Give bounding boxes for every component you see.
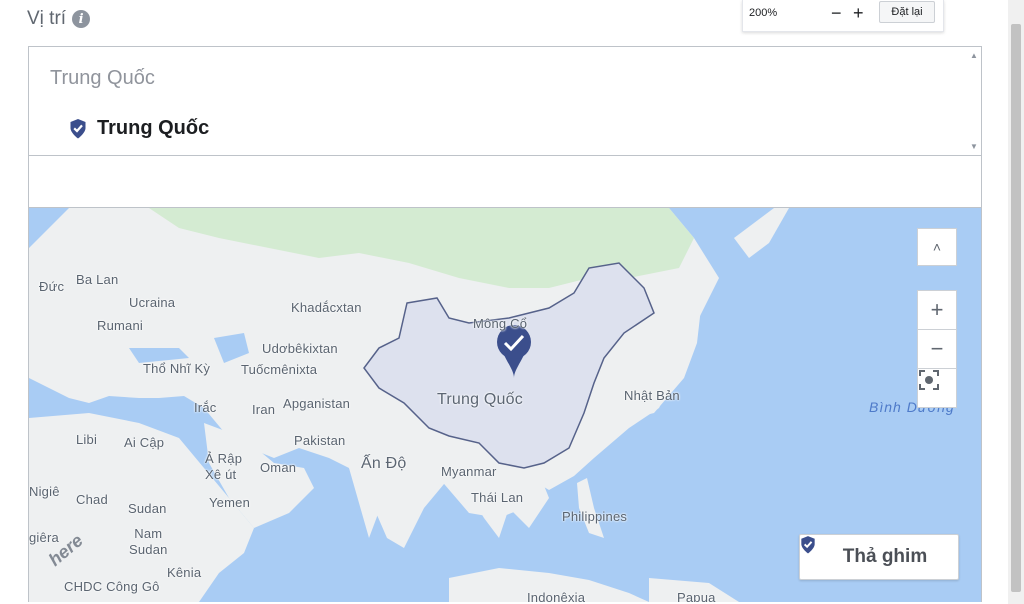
map-label: Yemen — [209, 495, 250, 510]
zoom-level: 200% — [749, 7, 778, 19]
map-label: CHDC Công Gô — [64, 579, 160, 594]
map-label: Myanmar — [441, 464, 497, 479]
map-label: Apganistan — [283, 396, 351, 411]
map-label: Mông Cổ — [473, 316, 528, 331]
map-label: Ucraina — [129, 295, 176, 310]
map-label: Ấn Độ — [361, 455, 407, 472]
map-label: Nigiê — [29, 484, 60, 499]
selected-locations-box: Trung Quốc Trung Quốc ▲ ▼ — [28, 46, 982, 156]
zoom-reset-button[interactable]: Đặt lại — [879, 1, 935, 23]
map-label: Tuốcmênixta — [241, 362, 318, 377]
scroll-up-arrow[interactable]: ▲ — [970, 51, 978, 60]
map-fullscreen-button[interactable] — [917, 368, 957, 408]
selected-location-item[interactable]: Trung Quốc — [69, 117, 209, 140]
page-scrollbar[interactable] — [1008, 0, 1024, 604]
map-label: Irắc — [194, 400, 217, 415]
map-label: giêra — [29, 530, 59, 545]
selected-location-label: Trung Quốc — [97, 117, 210, 139]
map-label: Pakistan — [294, 433, 346, 448]
page-scrollbar-thumb[interactable] — [1011, 24, 1021, 592]
location-search-input[interactable] — [28, 156, 982, 208]
map-label: Sudan — [128, 501, 167, 516]
zoom-out-button[interactable]: − — [831, 2, 842, 24]
map-label: Kênia — [167, 565, 202, 580]
zoom-in-button[interactable]: + — [853, 2, 864, 24]
map-label: Ả Rập Xê út — [205, 451, 243, 482]
map-zoom-out-button[interactable]: − — [917, 329, 957, 369]
map-label: Ba Lan — [76, 272, 119, 287]
map-label: Indonêxia — [527, 590, 586, 602]
map-collapse-button[interactable]: ˄ — [917, 228, 957, 266]
map-label: Udơbêkixtan — [262, 341, 338, 356]
location-header: Vị trí i — [27, 6, 91, 32]
map-label-highlighted: Trung Quốc — [437, 391, 523, 408]
map-view[interactable]: Ba Lan Đức Ucraina Rumani Thổ Nhĩ Kỳ Kha… — [28, 208, 982, 602]
zoom-toolbar: 200% − + Đặt lại — [742, 0, 944, 32]
map-label: Thái Lan — [471, 490, 524, 505]
drop-pin-label: Thả ghim — [842, 546, 928, 567]
map-label: Rumani — [97, 318, 143, 333]
map-zoom-in-button[interactable]: + — [917, 290, 957, 330]
focus-icon — [919, 370, 939, 390]
map-label: Philippines — [562, 509, 628, 524]
map-label: Thổ Nhĩ Kỳ — [143, 361, 211, 376]
info-icon[interactable]: i — [72, 10, 91, 28]
section-title: Vị trí — [27, 8, 67, 29]
location-list-scrollbar[interactable]: ▲ ▼ — [967, 47, 981, 155]
map-label: Khadắcxtan — [291, 300, 362, 315]
scroll-down-arrow[interactable]: ▼ — [970, 142, 978, 151]
map-label: Nam Sudan — [129, 526, 168, 557]
map-label: Papua — [677, 590, 716, 602]
drop-pin-button[interactable]: Thả ghim — [799, 534, 959, 580]
map-label: Oman — [260, 460, 297, 475]
map-label: Iran — [252, 402, 276, 417]
pin-check-icon — [70, 118, 86, 138]
map-label: Ai Cập — [124, 435, 165, 450]
map-label: Nhật Bản — [624, 388, 680, 403]
map-label: Libi — [76, 432, 98, 447]
pin-check-icon — [801, 536, 815, 554]
map-label: Đức — [39, 279, 65, 294]
location-group-label: Trung Quốc — [50, 67, 155, 89]
map-label: Chad — [76, 492, 108, 507]
